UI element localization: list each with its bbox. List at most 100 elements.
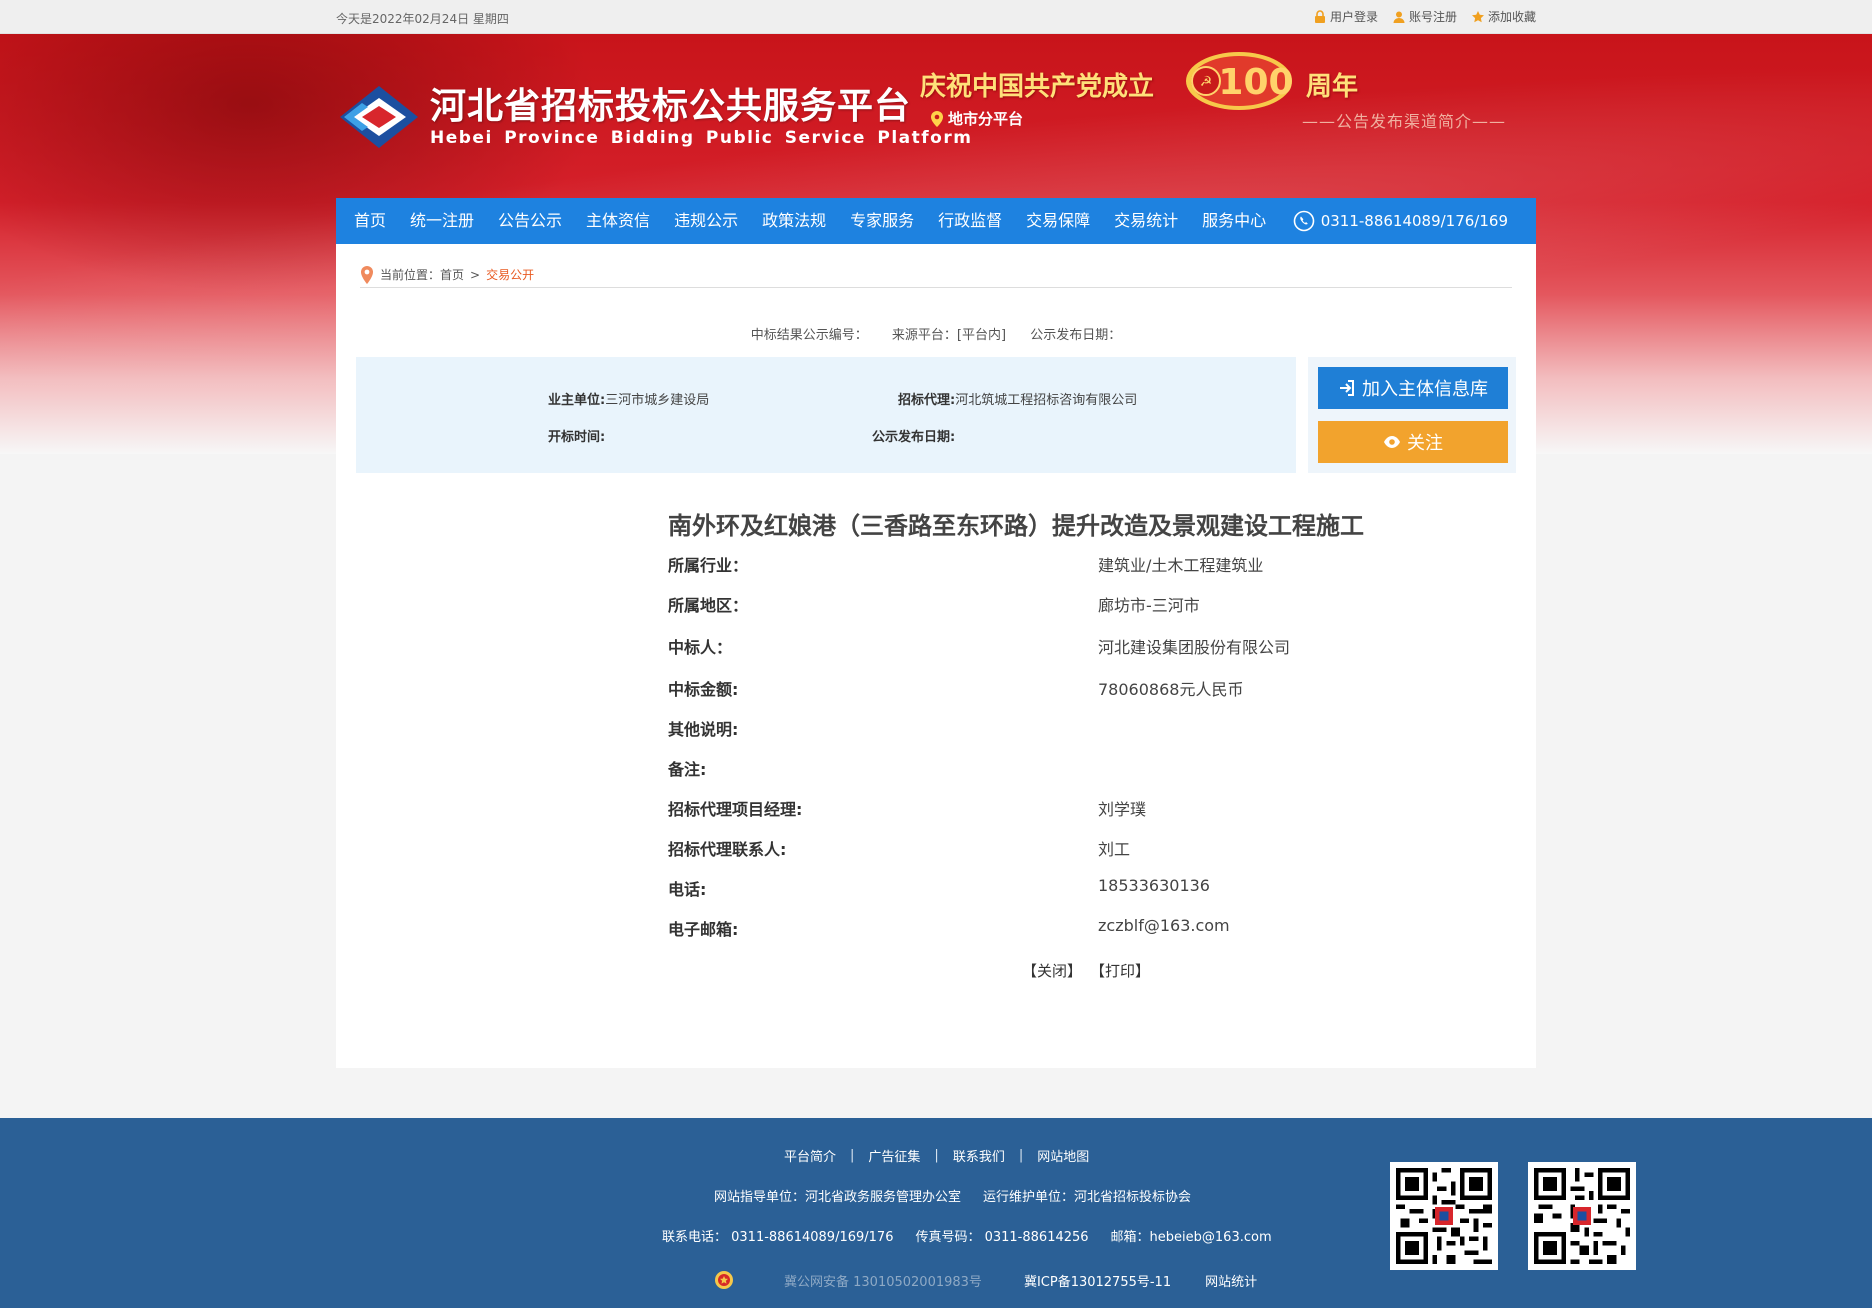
agent-label: 招标代理: xyxy=(898,393,956,408)
star-icon xyxy=(1471,10,1484,22)
detail-value: 78060868元人民币 xyxy=(1098,680,1244,699)
footer-records: 冀公网安备 13010502001983号 冀ICP备13012755号-11 … xyxy=(714,1270,1257,1290)
nav-guarantee[interactable]: 交易保障 xyxy=(1014,198,1102,244)
contact-email: 邮箱：hebeieb@163.com xyxy=(1110,1230,1272,1245)
breadcrumb-home[interactable]: 首页 xyxy=(440,266,464,283)
detail-value: 刘工 xyxy=(1098,840,1131,859)
nav-violations[interactable]: 违规公示 xyxy=(662,198,750,244)
owner-label: 业主单位: xyxy=(548,393,606,408)
nav-home[interactable]: 首页 xyxy=(336,198,398,244)
location-pin-icon xyxy=(361,265,373,284)
anniversary-100-emblem: ☭ 100 xyxy=(1184,50,1294,112)
breadcrumb-prefix: 当前位置： xyxy=(380,268,441,282)
register-link[interactable]: 账号注册 xyxy=(1392,8,1457,25)
login-label: 用户登录 xyxy=(1329,10,1378,24)
announcement-channel-link[interactable]: ——公告发布渠道简介—— xyxy=(1302,108,1506,132)
top-bar: 今天是2022年02月24日 星期四 用户登录 账号注册 添加收藏 xyxy=(0,0,1872,34)
location-pin-icon xyxy=(931,110,943,127)
login-link[interactable]: 用户登录 xyxy=(1313,8,1378,25)
site-title: 河北省招标投标公共服务平台 xyxy=(430,86,912,127)
detail-label: 所属行业： xyxy=(668,556,749,575)
footer-links: 平台简介 | 广告征集 | 联系我们 | 网站地图 xyxy=(784,1146,1089,1165)
notice-meta: 中标结果公示编号： 来源平台：[平台内] 公示发布日期： xyxy=(336,324,1536,343)
site-logo[interactable]: 河北省招标投标公共服务平台 Hebei Province Bidding Pub… xyxy=(336,82,972,152)
site-subtitle: Hebei Province Bidding Public Service Pl… xyxy=(430,128,973,148)
detail-row: 招标代理联系人: 刘工 xyxy=(668,836,1368,860)
nav-register[interactable]: 统一注册 xyxy=(398,198,486,244)
detail-row: 电话: 18533630136 xyxy=(668,876,1368,900)
qr-code-wechat xyxy=(1528,1162,1636,1270)
publish-date-field: 公示发布日期: xyxy=(872,426,955,445)
detail-label: 其他说明: xyxy=(668,720,739,739)
detail-row: 所属地区： 廊坊市-三河市 xyxy=(668,592,1368,616)
favorite-link[interactable]: 添加收藏 xyxy=(1471,8,1536,25)
detail-row: 电子邮箱: zczblf@163.com xyxy=(668,916,1368,940)
fax-number: 传真号码： 0311-88614256 xyxy=(915,1230,1089,1245)
join-entity-library-button[interactable]: 加入主体信息库 xyxy=(1318,367,1508,409)
nav-service-center[interactable]: 服务中心 xyxy=(1190,198,1278,244)
footer-separator: | xyxy=(934,1148,939,1163)
nav-experts[interactable]: 专家服务 xyxy=(838,198,926,244)
nav-statistics[interactable]: 交易统计 xyxy=(1102,198,1190,244)
nav-credit[interactable]: 主体资信 xyxy=(574,198,662,244)
breadcrumb-separator: > xyxy=(470,267,481,282)
close-link[interactable]: 【关闭】 xyxy=(1022,960,1082,981)
notice-number: 中标结果公示编号： xyxy=(750,328,868,343)
bid-summary-box: 业主单位:三河市城乡建设局 招标代理:河北筑城工程招标咨询有限公司 开标时间: … xyxy=(356,357,1296,473)
detail-label: 电子邮箱: xyxy=(668,920,739,939)
site-footer: 平台简介 | 广告征集 | 联系我们 | 网站地图 网站指导单位：河北省政务服务… xyxy=(0,1118,1872,1308)
police-record-link[interactable]: 冀公网安备 13010502001983号 xyxy=(784,1271,982,1290)
platform-logo-icon xyxy=(340,86,418,148)
contact-phone: 联系电话： 0311-88614089/169/176 xyxy=(662,1230,894,1245)
agent-field: 招标代理:河北筑城工程招标咨询有限公司 xyxy=(898,389,1137,408)
nav-policies[interactable]: 政策法规 xyxy=(750,198,838,244)
qr-code-app xyxy=(1390,1162,1498,1270)
site-statistics-link[interactable]: 网站统计 xyxy=(1205,1271,1257,1290)
detail-label: 电话: xyxy=(668,880,707,899)
footer-link-about[interactable]: 平台简介 xyxy=(784,1146,836,1165)
detail-row: 中标人： 河北建设集团股份有限公司 xyxy=(668,634,1368,658)
anniversary-suffix: 周年 xyxy=(1306,72,1359,102)
lock-icon xyxy=(1314,9,1325,23)
print-link[interactable]: 【打印】 xyxy=(1090,960,1150,981)
footer-link-ads[interactable]: 广告征集 xyxy=(868,1146,920,1165)
footer-link-sitemap[interactable]: 网站地图 xyxy=(1037,1146,1089,1165)
join-button-label: 加入主体信息库 xyxy=(1362,379,1488,400)
footer-contacts: 联系电话： 0311-88614089/169/176 传真号码： 0311-8… xyxy=(662,1226,1272,1245)
footer-separator: | xyxy=(850,1148,855,1163)
city-platform-link[interactable]: 地市分平台 xyxy=(930,108,1023,129)
detail-label: 中标人： xyxy=(668,638,733,657)
detail-row: 其他说明: xyxy=(668,716,1368,740)
maintenance-unit: 运行维护单位：河北省招标投标协会 xyxy=(983,1190,1192,1205)
detail-label: 中标金额: xyxy=(668,680,739,699)
detail-row: 备注: xyxy=(668,756,1368,780)
police-badge-icon xyxy=(715,1271,733,1289)
user-icon xyxy=(1393,11,1405,23)
action-panel: 加入主体信息库 关注 xyxy=(1308,357,1516,473)
footer-organizations: 网站指导单位：河北省政务服务管理办公室 运行维护单位：河北省招标投标协会 xyxy=(714,1186,1191,1205)
owner-value: 三河市城乡建设局 xyxy=(605,393,710,408)
icp-record-link[interactable]: 冀ICP备13012755号-11 xyxy=(1024,1271,1171,1290)
project-title: 南外环及红娘港（三香路至东环路）提升改造及景观建设工程施工 xyxy=(668,512,1364,540)
sign-in-icon xyxy=(1340,380,1354,396)
guide-unit: 网站指导单位：河北省政务服务管理办公室 xyxy=(714,1190,962,1205)
detail-row: 招标代理项目经理: 刘学璞 xyxy=(668,796,1368,820)
svg-text:☭: ☭ xyxy=(1200,74,1213,90)
hotline: 0311-88614089/176/169 xyxy=(1293,210,1508,232)
nav-announcements[interactable]: 公告公示 xyxy=(486,198,574,244)
today-date: 今天是2022年02月24日 星期四 xyxy=(336,12,509,26)
footer-separator: | xyxy=(1018,1148,1024,1163)
footer-link-contact[interactable]: 联系我们 xyxy=(953,1146,1005,1165)
detail-value: 河北建设集团股份有限公司 xyxy=(1098,638,1291,657)
detail-label: 招标代理项目经理: xyxy=(668,800,803,819)
content-panel: 当前位置： 首页 > 交易公开 中标结果公示编号： 来源平台：[平台内] 公示发… xyxy=(336,244,1536,1068)
detail-row: 中标金额: 78060868元人民币 xyxy=(668,676,1368,700)
owner-field: 业主单位:三河市城乡建设局 xyxy=(548,389,709,408)
breadcrumb: 当前位置： 首页 > 交易公开 xyxy=(360,262,1512,288)
follow-button[interactable]: 关注 xyxy=(1318,421,1508,463)
nav-supervision[interactable]: 行政监督 xyxy=(926,198,1014,244)
anniversary-text: 庆祝中国共产党成立 xyxy=(920,72,1155,102)
detail-value: 18533630136 xyxy=(1098,876,1210,895)
phone-icon xyxy=(1293,210,1314,232)
detail-value: zczblf@163.com xyxy=(1098,916,1230,935)
